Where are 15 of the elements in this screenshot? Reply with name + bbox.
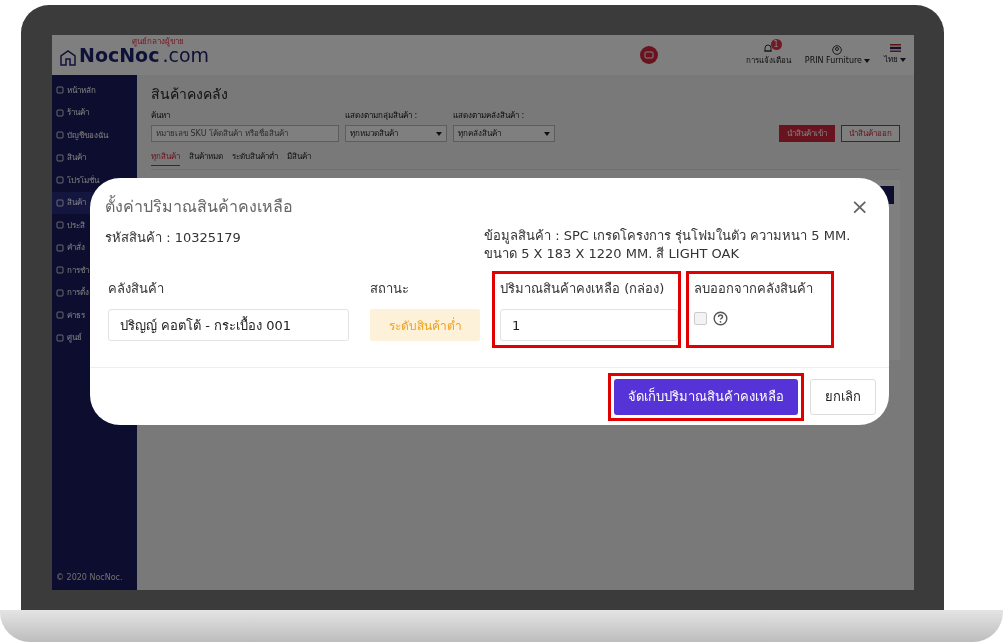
warehouse-label: คลังสินค้า <box>108 280 165 298</box>
search-label: ค้นหา <box>151 110 171 122</box>
remove-label: ลบออกจากคลังสินค้า <box>694 280 814 298</box>
status-badge: ระดับสินค้าต่ำ <box>370 309 480 341</box>
warehouse-field: ปริญญ์ คอตโต้ - กระเบื้อง 001 <box>108 309 349 341</box>
modal-title: ตั้งค่าปริมาณสินค้าคงเหลือ <box>105 194 293 218</box>
page-title: สินค้าคงคลัง <box>151 85 229 104</box>
filter-label: แสดงตามกลุ่มสินค้า : <box>345 110 419 122</box>
sku-text: รหัสสินค้า : 10325179 <box>105 229 241 247</box>
notification-badge: 1 <box>770 39 782 50</box>
product-info: ข้อมูลสินค้า : SPC เกรดโครงการ รุ่นโฟมในตัว ความหนา 5 MM. ขนาด 5 X 183 X 1220 MM. สี LIGHT OAK <box>484 227 852 263</box>
filter-label: แสดงตามคลังสินค้า : <box>453 110 526 122</box>
copyright: © 2020 NocNoc. <box>55 573 124 584</box>
quantity-label: ปริมาณสินค้าคงเหลือ (กล่อง) <box>500 280 666 298</box>
status-label: สถานะ <box>370 280 410 298</box>
